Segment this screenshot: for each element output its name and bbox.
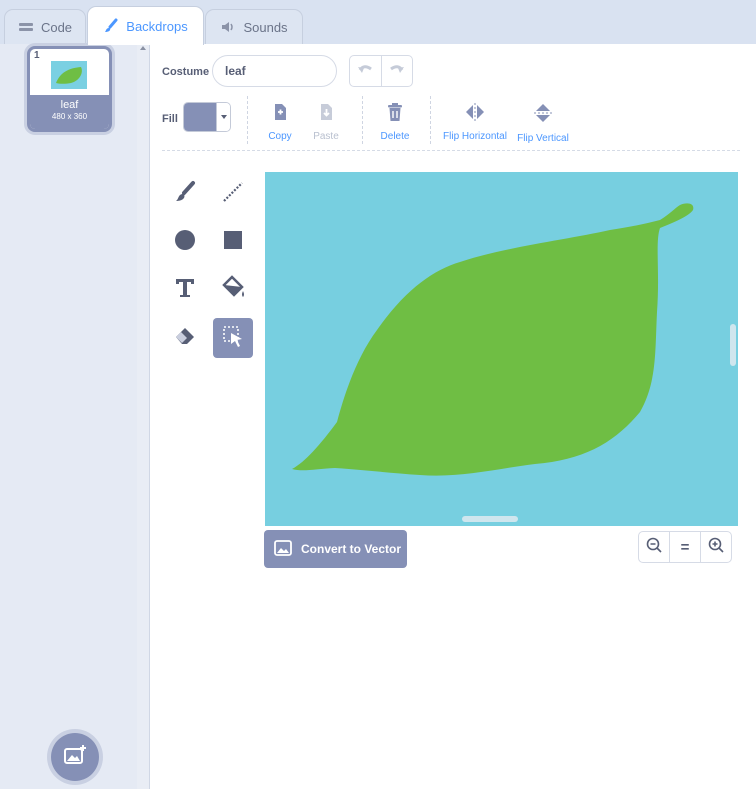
zoom-in-icon	[708, 537, 724, 558]
fill-label: Fill	[162, 113, 178, 125]
trash-icon	[386, 102, 404, 127]
circle-icon	[173, 228, 197, 257]
zoom-out-icon	[646, 537, 662, 558]
brush-tool[interactable]	[165, 174, 205, 214]
add-backdrop-icon	[63, 744, 87, 771]
tab-sounds-label: Sounds	[243, 19, 288, 35]
line-tool[interactable]	[213, 174, 253, 214]
canvas-vertical-scrollbar[interactable]	[730, 324, 736, 366]
paste-button[interactable]: Paste	[311, 102, 341, 142]
redo-icon	[389, 62, 405, 80]
select-tool[interactable]	[213, 318, 253, 358]
costume-name-input[interactable]	[212, 55, 337, 87]
undo-icon	[357, 62, 373, 80]
canvas-horizontal-scrollbar[interactable]	[462, 516, 518, 522]
fill-color-swatch	[184, 103, 216, 131]
image-icon	[274, 539, 292, 559]
eraser-tool[interactable]	[165, 318, 205, 358]
fill-color-picker[interactable]	[183, 102, 231, 132]
fill-tool[interactable]	[213, 270, 253, 310]
tab-backdrops[interactable]: Backdrops	[87, 6, 204, 45]
leaf-drawing	[292, 203, 694, 476]
choose-backdrop-button[interactable]	[51, 733, 99, 781]
toolbar-divider	[247, 96, 248, 144]
copy-label: Copy	[268, 131, 292, 142]
backdrop-list	[0, 44, 150, 789]
brush-icon	[103, 18, 119, 34]
editor-tab-bar: Code Backdrops Sounds	[0, 0, 756, 45]
tab-code[interactable]: Code	[4, 9, 86, 44]
paint-editor: Costume Fill Copy Paste	[150, 44, 756, 789]
undo-redo-group	[349, 55, 413, 87]
line-icon	[221, 180, 245, 209]
backdrop-thumbnail	[51, 61, 87, 89]
text-icon	[173, 276, 197, 305]
zoom-out-button[interactable]	[639, 532, 669, 562]
backdrop-number: 1	[34, 50, 40, 61]
speaker-icon	[220, 20, 236, 34]
tab-code-label: Code	[40, 19, 73, 35]
rectangle-tool[interactable]	[213, 222, 253, 262]
paint-bucket-icon	[220, 274, 246, 306]
copy-button[interactable]: Copy	[265, 102, 295, 142]
eraser-icon	[173, 324, 197, 353]
zoom-reset-button[interactable]: =	[669, 532, 700, 562]
zoom-in-button[interactable]	[700, 532, 731, 562]
toolbar-divider	[430, 96, 431, 144]
flip-horizontal-icon	[464, 102, 486, 127]
flip-horizontal-button[interactable]: Flip Horizontal	[442, 102, 508, 142]
chevron-down-icon	[216, 103, 230, 131]
convert-to-vector-label: Convert to Vector	[301, 542, 402, 556]
circle-tool[interactable]	[165, 222, 205, 262]
paste-icon	[316, 102, 336, 127]
undo-button[interactable]	[350, 56, 381, 86]
redo-button[interactable]	[380, 56, 412, 86]
text-tool[interactable]	[165, 270, 205, 310]
tab-backdrops-label: Backdrops	[126, 18, 188, 34]
zoom-reset-label: =	[680, 538, 690, 556]
backdrop-item-footer: leaf 480 x 360	[30, 95, 109, 129]
backdrop-item-leaf[interactable]: 1 leaf 480 x 360	[27, 46, 112, 132]
brush-icon	[173, 180, 197, 209]
toolbar-separator	[162, 150, 740, 151]
paint-canvas[interactable]	[265, 172, 738, 526]
scroll-up-arrow-icon[interactable]	[140, 46, 146, 50]
toolbar-divider	[362, 96, 363, 144]
delete-button[interactable]: Delete	[378, 102, 412, 142]
delete-label: Delete	[380, 131, 410, 142]
copy-icon	[270, 102, 290, 127]
zoom-controls: =	[638, 531, 732, 563]
code-icon	[18, 21, 34, 33]
flip-vertical-button[interactable]: Flip Vertical	[516, 102, 570, 144]
rectangle-icon	[221, 228, 245, 257]
backdrop-list-scrollbar[interactable]	[137, 44, 149, 789]
costume-label: Costume	[162, 66, 210, 78]
tab-sounds[interactable]: Sounds	[205, 9, 303, 44]
backdrop-name: leaf	[60, 99, 79, 111]
flip-vertical-label: Flip Vertical	[517, 133, 569, 144]
convert-to-vector-button[interactable]: Convert to Vector	[264, 530, 407, 568]
flip-vertical-icon	[533, 102, 553, 129]
paste-label: Paste	[313, 131, 339, 142]
backdrop-size: 480 x 360	[51, 112, 88, 121]
flip-horizontal-label: Flip Horizontal	[443, 131, 507, 142]
select-icon	[221, 324, 245, 353]
